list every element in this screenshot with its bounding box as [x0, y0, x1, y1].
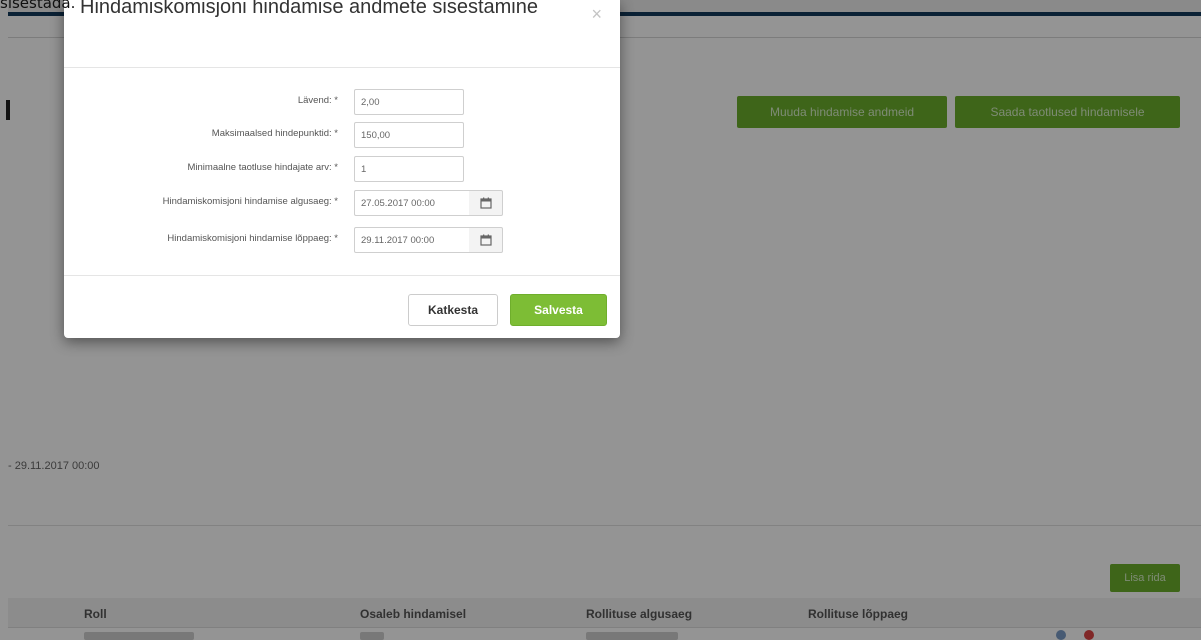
evaluation-start-row: Hindamiskomisjoni hindamise algusaeg: * — [64, 190, 620, 216]
min-evaluators-input[interactable] — [354, 156, 464, 182]
min-evaluators-label: Minimaalne taotluse hindajate arv: * — [187, 162, 338, 173]
document-caption-text: sisestada. — [0, 0, 76, 12]
dialog-footer: Katkesta Salvesta — [64, 275, 620, 338]
threshold-label: Lävend: * — [297, 95, 338, 106]
evaluation-data-dialog: Hindamiskomisjoni hindamise andmete sise… — [64, 0, 620, 338]
evaluation-start-input[interactable] — [354, 190, 470, 216]
evaluation-end-input[interactable] — [354, 227, 470, 253]
max-points-row: Maksimaalsed hindepunktid: * — [64, 122, 620, 148]
save-button[interactable]: Salvesta — [510, 294, 607, 326]
evaluation-end-label: Hindamiskomisjoni hindamise lõppaeg: * — [167, 233, 338, 244]
calendar-icon[interactable] — [469, 227, 503, 253]
cancel-button[interactable]: Katkesta — [408, 294, 498, 326]
max-points-input[interactable] — [354, 122, 464, 148]
max-points-label: Maksimaalsed hindepunktid: * — [211, 128, 338, 139]
evaluation-end-row: Hindamiskomisjoni hindamise lõppaeg: * — [64, 227, 620, 253]
close-icon[interactable]: × — [591, 4, 602, 25]
calendar-icon[interactable] — [469, 190, 503, 216]
min-evaluators-row: Minimaalne taotluse hindajate arv: * — [64, 156, 620, 182]
threshold-input[interactable] — [354, 89, 464, 115]
dialog-title: Hindamiskomisjoni hindamise andmete sise… — [80, 0, 538, 18]
threshold-row: Lävend: * — [64, 89, 620, 115]
evaluation-start-label: Hindamiskomisjoni hindamise algusaeg: * — [162, 196, 338, 207]
dialog-header: Hindamiskomisjoni hindamise andmete sise… — [64, 0, 620, 68]
